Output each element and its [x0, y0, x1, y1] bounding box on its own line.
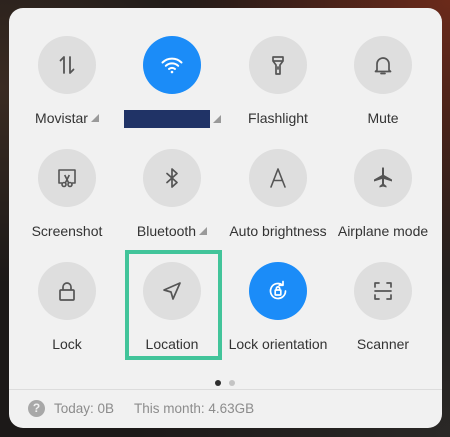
- tile-label: Scanner: [356, 336, 410, 352]
- tile-scanner[interactable]: Scanner: [330, 262, 436, 374]
- airplane-icon[interactable]: [354, 149, 412, 207]
- tile-mobile-data[interactable]: Movistar: [14, 36, 120, 148]
- rotation-lock-icon[interactable]: [249, 262, 307, 320]
- screenshot-scissors-icon[interactable]: [38, 149, 96, 207]
- lock-icon[interactable]: [38, 262, 96, 320]
- tile-lock[interactable]: Lock: [14, 262, 120, 374]
- tile-flashlight[interactable]: Flashlight: [225, 36, 331, 148]
- usage-today: Today: 0B: [54, 400, 115, 416]
- tile-lock-orientation[interactable]: Lock orientation: [225, 262, 331, 374]
- tile-label: Mute: [367, 110, 399, 126]
- tile-wifi[interactable]: [119, 36, 225, 148]
- data-usage-bar: ? Today: 0B This month: 4.63GB: [28, 398, 254, 418]
- dropdown-triangle-icon: [90, 114, 99, 122]
- location-highlight-box: [125, 250, 222, 360]
- bluetooth-icon[interactable]: [143, 149, 201, 207]
- tile-airplane-mode[interactable]: Airplane mode: [330, 149, 436, 261]
- bell-icon[interactable]: [354, 36, 412, 94]
- tile-label: Airplane mode: [337, 223, 429, 239]
- divider: [9, 389, 442, 390]
- tile-bluetooth[interactable]: Bluetooth: [119, 149, 225, 261]
- redacted-network-name: [123, 110, 210, 128]
- usage-month: This month: 4.63GB: [134, 400, 255, 416]
- help-icon[interactable]: ?: [28, 399, 45, 417]
- wifi-icon[interactable]: [143, 36, 201, 94]
- page-dot[interactable]: [229, 380, 235, 386]
- page-dot-active[interactable]: [215, 380, 221, 386]
- data-arrows-icon[interactable]: [38, 36, 96, 94]
- flashlight-icon[interactable]: [249, 36, 307, 94]
- tile-auto-brightness[interactable]: Auto brightness: [225, 149, 331, 261]
- tile-mute[interactable]: Mute: [330, 36, 436, 148]
- tile-screenshot[interactable]: Screenshot: [14, 149, 120, 261]
- letter-a-icon[interactable]: [249, 149, 307, 207]
- dropdown-triangle-icon: [199, 227, 208, 235]
- scanner-icon[interactable]: [354, 262, 412, 320]
